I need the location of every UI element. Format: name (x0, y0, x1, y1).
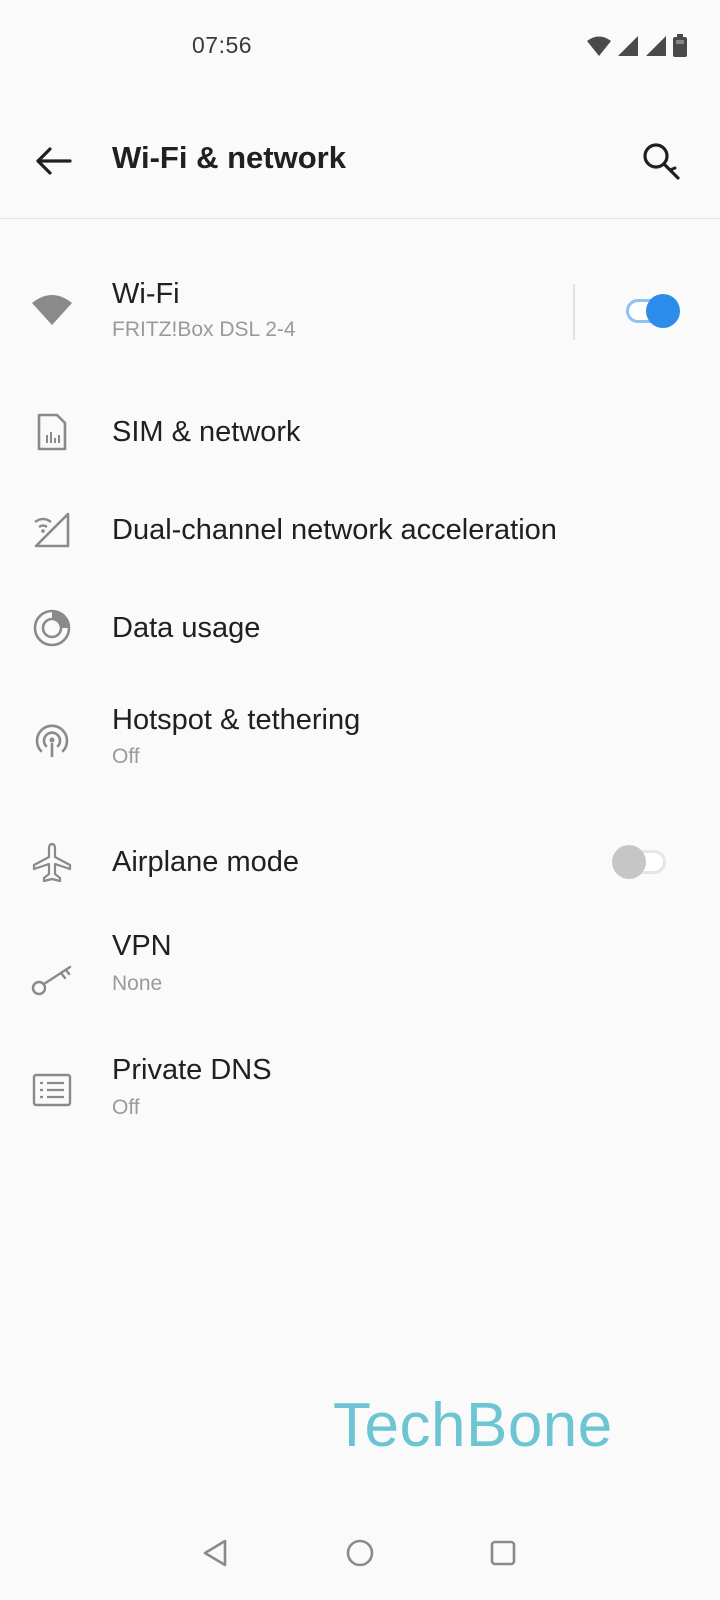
setting-wifi[interactable]: Wi-Fi FRITZ!Box DSL 2-4 (0, 262, 720, 362)
dual-channel-title: Dual-channel network acceleration (112, 514, 557, 546)
nav-home-button[interactable] (335, 1530, 385, 1580)
dual-channel-icon (30, 508, 74, 552)
divider (573, 284, 575, 340)
status-icons (586, 34, 688, 63)
toggle-thumb (612, 845, 646, 879)
status-time: 07:56 (192, 32, 253, 58)
key-icon (30, 954, 74, 998)
toggle-thumb (646, 294, 680, 328)
hotspot-icon (30, 718, 74, 762)
airplane-icon (30, 840, 74, 884)
setting-hotspot[interactable]: Hotspot & tethering Off (0, 690, 720, 790)
recents-square-icon (489, 1539, 517, 1572)
vpn-title: VPN (112, 930, 172, 962)
setting-data-usage[interactable]: Data usage (0, 588, 720, 668)
arrow-left-icon (34, 146, 72, 181)
sim-card-icon (30, 410, 74, 454)
setting-vpn[interactable]: VPN None (0, 930, 720, 1030)
nav-recents-button[interactable] (478, 1530, 528, 1580)
home-circle-icon (345, 1538, 375, 1573)
battery-icon (672, 34, 688, 63)
airplane-mode-title: Airplane mode (112, 846, 299, 878)
screen: 07:56 Wi-Fi & network Wi-Fi FRITZ!Box DS… (0, 0, 720, 1600)
setting-airplane-mode[interactable]: Airplane mode (0, 822, 720, 902)
search-button[interactable] (632, 134, 690, 192)
navigation-bar (0, 1510, 720, 1600)
back-triangle-icon (201, 1538, 229, 1573)
hotspot-status: Off (112, 745, 140, 768)
dns-icon (30, 1068, 74, 1112)
status-bar: 07:56 (0, 0, 720, 96)
wifi-icon (30, 288, 74, 332)
cell-signal-icon (616, 35, 640, 62)
data-usage-title: Data usage (112, 612, 261, 644)
back-button[interactable] (24, 134, 82, 192)
search-icon (640, 140, 682, 187)
page-title: Wi-Fi & network (112, 140, 346, 175)
sim-network-title: SIM & network (112, 416, 301, 448)
app-bar: Wi-Fi & network (0, 110, 720, 219)
vpn-status: None (112, 972, 163, 995)
wifi-network-name: FRITZ!Box DSL 2-4 (112, 318, 296, 341)
setting-private-dns[interactable]: Private DNS Off (0, 1054, 720, 1154)
data-usage-icon (30, 606, 74, 650)
private-dns-status: Off (112, 1096, 140, 1119)
airplane-mode-toggle[interactable] (610, 842, 670, 882)
watermark: TechBone (333, 1391, 613, 1460)
wifi-title: Wi-Fi (112, 278, 180, 310)
setting-sim-network[interactable]: SIM & network (0, 392, 720, 472)
wifi-signal-icon (586, 35, 612, 62)
cell-signal-icon (644, 35, 668, 62)
nav-back-button[interactable] (190, 1530, 240, 1580)
setting-dual-channel[interactable]: Dual-channel network acceleration (0, 490, 720, 570)
private-dns-title: Private DNS (112, 1054, 272, 1086)
hotspot-title: Hotspot & tethering (112, 704, 361, 736)
wifi-toggle[interactable] (622, 291, 682, 331)
